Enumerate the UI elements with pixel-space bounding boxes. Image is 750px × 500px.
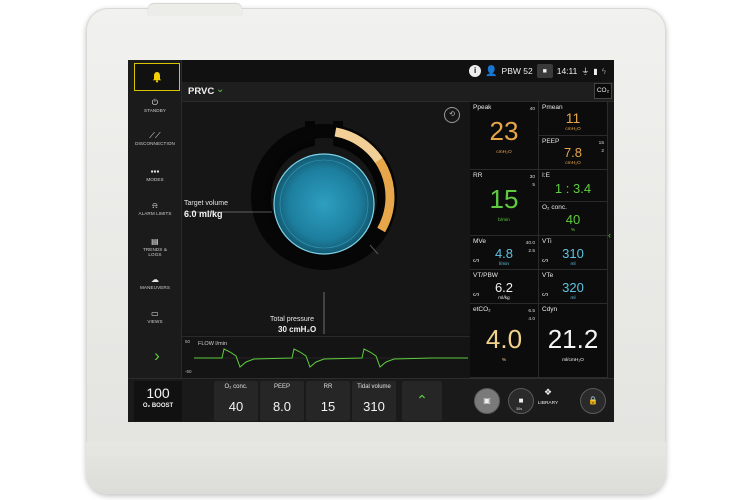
- mode-name[interactable]: PRVC: [188, 86, 214, 97]
- disconnection-icon: ⟋⟋: [149, 131, 161, 140]
- param-vt-pbw[interactable]: VT/PBW ᔕ 6.2 ml/kg: [470, 270, 539, 304]
- mode-bar: PRVC ⌄ CO₂: [182, 82, 614, 102]
- clock-time: 14:11: [556, 66, 578, 76]
- chevron-up-icon: ⌃: [416, 392, 428, 408]
- status-bar: i 👤 PBW 52 ■ 14:11 ⏚ ▮ ϟ: [182, 60, 614, 82]
- co2-button[interactable]: CO₂: [594, 83, 612, 99]
- etco2-limit-high: 6.5: [528, 309, 535, 314]
- library-icon: ❖: [543, 387, 553, 397]
- panel-expand-tab[interactable]: ‹: [608, 228, 614, 242]
- monitor-icon: ▭: [151, 309, 159, 318]
- nav-modes[interactable]: ▪▪▪ MODES: [128, 166, 182, 196]
- total-pressure-label: Total pressure: [270, 316, 314, 323]
- flow-waveform: 50 -50 FLOW l/min: [182, 336, 470, 378]
- o2-boost-value: 100: [146, 385, 170, 401]
- wave-tick-bottom: -50: [185, 369, 192, 374]
- library-button[interactable]: ❖ LIBRARY: [532, 385, 564, 417]
- battery-icon: ▮: [593, 66, 598, 76]
- parameter-panel: Ppeak 40 23 cmH₂O Pmean 11 cmH₂O PEEP 15…: [470, 102, 608, 378]
- chevron-right-icon: ›: [154, 346, 160, 365]
- nav-alarm-limits[interactable]: ⍾ ALARM LIMITS: [128, 200, 182, 230]
- nav-trends-logs[interactable]: ▤ TRENDS & LOGS: [128, 236, 182, 266]
- charging-icon: ϟ: [601, 66, 606, 76]
- param-ie[interactable]: I:E 1 : 3.4: [539, 170, 608, 202]
- o2-boost-label: O₂ BOOST: [142, 403, 174, 409]
- trends-icon: ▤: [151, 237, 159, 246]
- patient-pbw[interactable]: PBW 52: [502, 66, 533, 76]
- person-icon: 👤: [485, 65, 498, 77]
- waveform-label: FLOW l/min: [198, 341, 228, 347]
- target-volume-label: Target volume: [184, 200, 228, 207]
- lock-button[interactable]: 🔒: [580, 388, 606, 414]
- refresh-icon[interactable]: ⟲: [444, 107, 460, 123]
- lung-sphere: [273, 153, 375, 255]
- camera-icon: ▣: [483, 396, 491, 405]
- chevron-left-icon: ‹: [608, 230, 611, 240]
- total-pressure-value: 30 cmH₂O: [278, 325, 317, 334]
- left-nav: ⏻ STANDBY ⟋⟋ DISCONNECTION ▪▪▪ MODES ⍾ A…: [128, 60, 182, 378]
- o2-boost-button[interactable]: 100 O₂ BOOST: [134, 381, 182, 421]
- param-cdyn[interactable]: Cdyn 21.2 ml/cmH₂O: [539, 304, 608, 378]
- param-ppeak[interactable]: Ppeak 40 23 cmH₂O: [470, 102, 539, 170]
- param-vti[interactable]: VTi ᔕ 310 ml: [539, 236, 608, 270]
- screenshot-button[interactable]: ▣: [474, 388, 500, 414]
- target-volume-value: 6.0 ml/kg: [184, 209, 223, 219]
- hold-label: 30s: [516, 407, 523, 411]
- param-o2-conc[interactable]: O₂ conc. 40 %: [539, 202, 608, 236]
- more-settings-button[interactable]: ⌃: [402, 381, 442, 421]
- bell-limits-icon: ⍾: [152, 201, 158, 210]
- rr-limit-high: 30: [529, 175, 535, 180]
- setting-peep[interactable]: PEEP 8.0: [260, 381, 304, 421]
- ventilator-screen: ⏻ STANDBY ⟋⟋ DISCONNECTION ▪▪▪ MODES ⍾ A…: [128, 60, 614, 422]
- setting-rr[interactable]: RR 15: [306, 381, 350, 421]
- alarm-button[interactable]: [134, 63, 180, 91]
- power-icon: ⏻: [151, 98, 159, 107]
- lock-icon: 🔒: [588, 396, 598, 405]
- video-icon: ■: [518, 396, 524, 405]
- nav-views[interactable]: ▭ VIEWS: [128, 308, 182, 338]
- ventilation-visualization: ⟲ Target volume 6.0 ml/kg Total pressure…: [182, 102, 470, 334]
- chevron-down-icon[interactable]: ⌄: [216, 84, 224, 95]
- camera-icon[interactable]: ■: [536, 64, 553, 78]
- nav-disconnection[interactable]: ⟋⟋ DISCONNECTION: [128, 130, 182, 160]
- lungs-icon: ☁: [150, 275, 160, 284]
- param-etco2[interactable]: etCO₂ 6.5 4.0 4.0 %: [470, 304, 539, 378]
- housing-bottom: [86, 442, 666, 494]
- setting-o2-conc[interactable]: O₂ conc. 40: [214, 381, 258, 421]
- param-pmean[interactable]: Pmean 11 cmH₂O: [539, 102, 608, 136]
- wave-tick-top: 50: [185, 339, 191, 344]
- bell-icon: [152, 72, 162, 83]
- nav-maneuvers[interactable]: ☁ MANEUVERS: [128, 274, 182, 304]
- info-icon[interactable]: i: [469, 65, 482, 77]
- grid-icon: ▪▪▪: [150, 167, 160, 176]
- param-peep[interactable]: PEEP 15 2 7.8 cmH₂O: [539, 136, 608, 170]
- setting-tidal-volume[interactable]: Tidal volume 310: [352, 381, 396, 421]
- etco2-limit-low: 4.0: [528, 317, 535, 322]
- param-vte[interactable]: VTe ᔕ 320 ml: [539, 270, 608, 304]
- settings-bar: 100 O₂ BOOST O₂ conc. 40 PEEP 8.0 RR 15 …: [128, 378, 614, 422]
- nav-standby[interactable]: ⏻ STANDBY: [128, 97, 182, 127]
- plug-icon: ⏚: [581, 66, 590, 76]
- nav-next-button[interactable]: ›: [134, 343, 180, 371]
- param-mve[interactable]: MVe 40.0 2.5 ᔕ 4.8 l/min: [470, 236, 539, 270]
- housing-handle: [148, 4, 242, 16]
- lung-graphic: [186, 121, 397, 334]
- param-rr[interactable]: RR 30 5 15 b/min: [470, 170, 539, 236]
